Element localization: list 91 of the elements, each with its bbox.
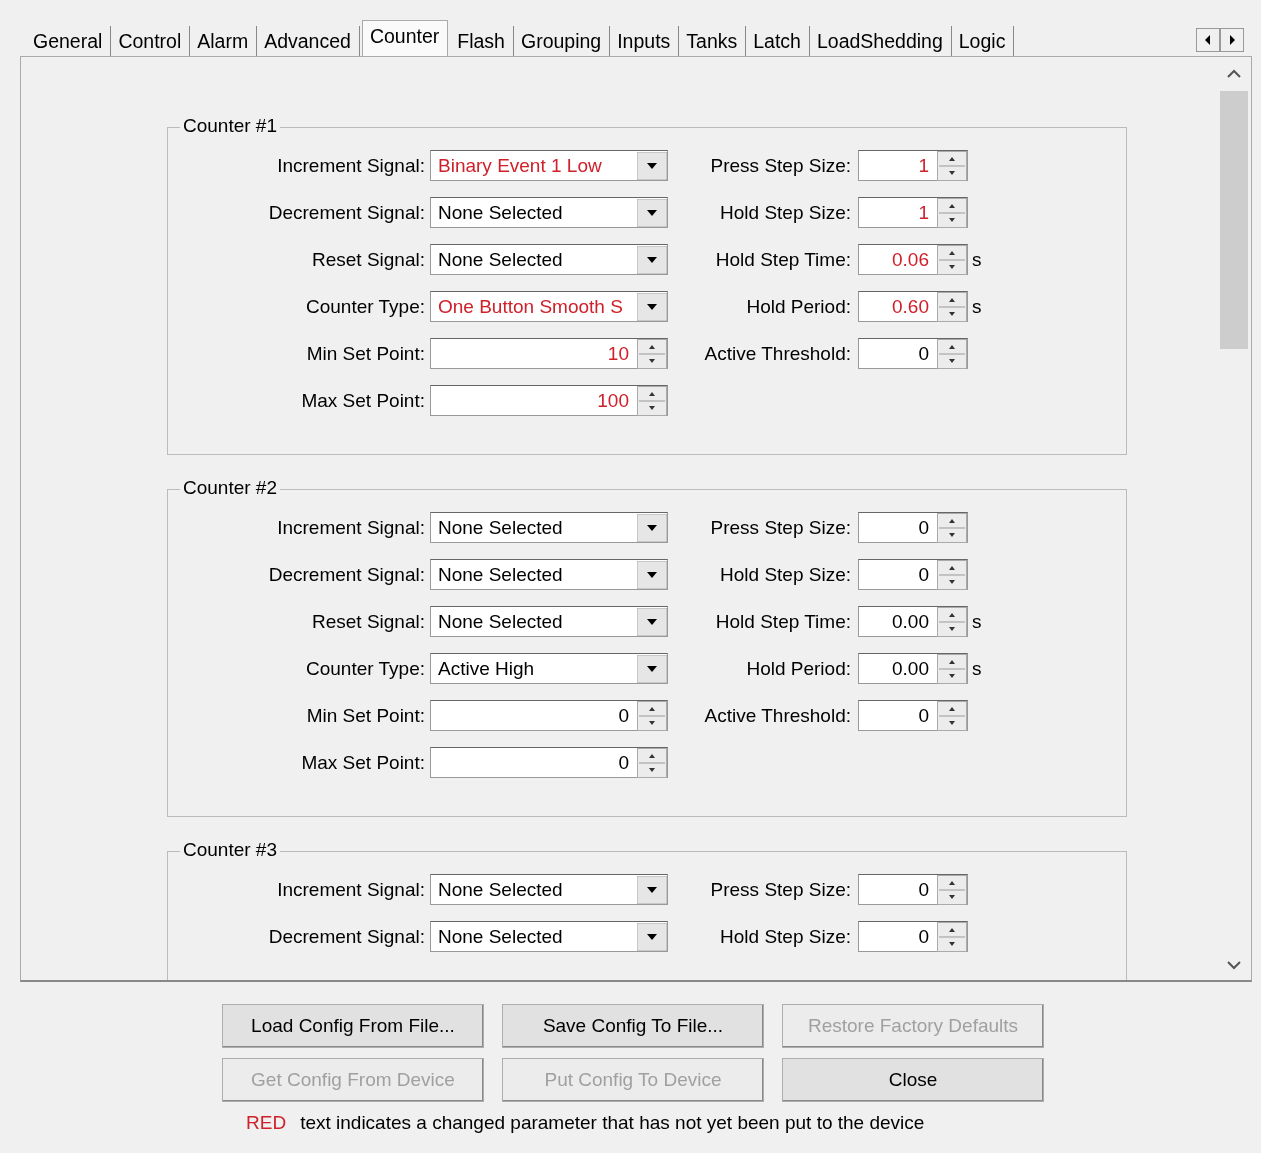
field-label: Hold Step Time: (714, 610, 852, 633)
spinner-icon[interactable] (937, 244, 967, 275)
field-label: Min Set Point: (305, 342, 426, 365)
number-field[interactable]: 0.60 (858, 291, 968, 322)
dropdown[interactable]: None Selected (430, 559, 668, 590)
field-label: Decrement Signal: (267, 201, 426, 224)
dropdown[interactable]: Active High (430, 653, 668, 684)
field-label: Hold Period: (745, 295, 852, 318)
field-label: Min Set Point: (305, 704, 426, 727)
spinner-icon[interactable] (937, 653, 967, 684)
dropdown-arrow-icon[interactable] (637, 560, 667, 589)
field-label: Max Set Point: (300, 389, 426, 412)
spinner-icon[interactable] (937, 512, 967, 543)
field-label: Decrement Signal: (267, 563, 426, 586)
spinner-icon[interactable] (637, 385, 667, 416)
dropdown[interactable]: One Button Smooth S (430, 291, 668, 322)
field-label: Reset Signal: (311, 248, 426, 271)
dropdown[interactable]: None Selected (430, 197, 668, 228)
field-label: Active Threshold: (703, 704, 852, 727)
unit-label: s (972, 295, 982, 318)
spinner-icon[interactable] (937, 559, 967, 590)
field-label: Hold Step Size: (719, 563, 852, 586)
scroll-thumb[interactable] (1220, 91, 1248, 349)
dropdown-arrow-icon[interactable] (637, 245, 667, 274)
dropdown-arrow-icon[interactable] (637, 198, 667, 227)
field-label: Increment Signal: (276, 878, 426, 901)
field-label: Decrement Signal: (267, 925, 426, 948)
spinner-icon[interactable] (637, 747, 667, 778)
dropdown-arrow-icon[interactable] (637, 151, 667, 180)
unit-label: s (972, 657, 982, 680)
number-field[interactable]: 0 (858, 559, 968, 590)
tab[interactable]: Counter (361, 20, 449, 56)
spinner-icon[interactable] (637, 700, 667, 731)
field-label: Hold Step Size: (719, 925, 852, 948)
spinner-icon[interactable] (937, 921, 967, 952)
action-button[interactable]: Close (782, 1058, 1044, 1102)
spinner-icon[interactable] (937, 700, 967, 731)
unit-label: s (972, 248, 982, 271)
number-field[interactable]: 1 (858, 150, 968, 181)
field-label: Hold Step Time: (714, 248, 852, 271)
field-label: Reset Signal: (311, 610, 426, 633)
field-label: Active Threshold: (703, 342, 852, 365)
spinner-icon[interactable] (937, 291, 967, 322)
number-field[interactable]: 0 (858, 921, 968, 952)
spinner-icon[interactable] (937, 338, 967, 369)
number-field[interactable]: 0.00 (858, 606, 968, 637)
dropdown-arrow-icon[interactable] (637, 513, 667, 542)
field-label: Max Set Point: (300, 751, 426, 774)
number-field[interactable]: 0 (858, 338, 968, 369)
dropdown[interactable]: None Selected (430, 874, 668, 905)
number-field[interactable]: 0 (858, 874, 968, 905)
dropdown-arrow-icon[interactable] (637, 922, 667, 951)
field-label: Hold Step Size: (719, 201, 852, 224)
field-label: Increment Signal: (276, 154, 426, 177)
spinner-icon[interactable] (937, 197, 967, 228)
number-field[interactable]: 1 (858, 197, 968, 228)
spinner-icon[interactable] (937, 606, 967, 637)
field-label: Hold Period: (745, 657, 852, 680)
dropdown-arrow-icon[interactable] (637, 607, 667, 636)
number-field[interactable]: 0 (858, 700, 968, 731)
legend-text: text indicates a changed parameter that has not yet been put to the device (300, 1112, 925, 1134)
field-label: Increment Signal: (276, 516, 426, 539)
dropdown-arrow-icon[interactable] (637, 292, 667, 321)
number-field[interactable]: 0 (858, 512, 968, 543)
field-label: Press Step Size: (709, 154, 852, 177)
dropdown[interactable]: None Selected (430, 512, 668, 543)
field-label: Counter Type: (305, 295, 426, 318)
field-label: Press Step Size: (709, 878, 852, 901)
number-field[interactable]: 10 (430, 338, 668, 369)
number-field[interactable]: 100 (430, 385, 668, 416)
action-button[interactable]: Save Config To File... (502, 1004, 764, 1048)
dropdown-arrow-icon[interactable] (637, 654, 667, 683)
scroll-up-icon[interactable] (1226, 69, 1242, 79)
number-field[interactable]: 0.00 (858, 653, 968, 684)
spinner-icon[interactable] (637, 338, 667, 369)
action-button[interactable]: Load Config From File... (222, 1004, 484, 1048)
legend-word: RED (246, 1112, 287, 1134)
unit-label: s (972, 610, 982, 633)
scroll-down-icon[interactable] (1226, 960, 1242, 970)
dropdown[interactable]: Binary Event 1 Low (430, 150, 668, 181)
dropdown[interactable]: None Selected (430, 244, 668, 275)
number-field[interactable]: 0 (430, 700, 668, 731)
field-label: Counter Type: (305, 657, 426, 680)
dropdown-arrow-icon[interactable] (637, 875, 667, 904)
dropdown[interactable]: None Selected (430, 921, 668, 952)
field-label: Press Step Size: (709, 516, 852, 539)
number-field[interactable]: 0.06 (858, 244, 968, 275)
spinner-icon[interactable] (937, 150, 967, 181)
number-field[interactable]: 0 (430, 747, 668, 778)
dropdown[interactable]: None Selected (430, 606, 668, 637)
spinner-icon[interactable] (937, 874, 967, 905)
